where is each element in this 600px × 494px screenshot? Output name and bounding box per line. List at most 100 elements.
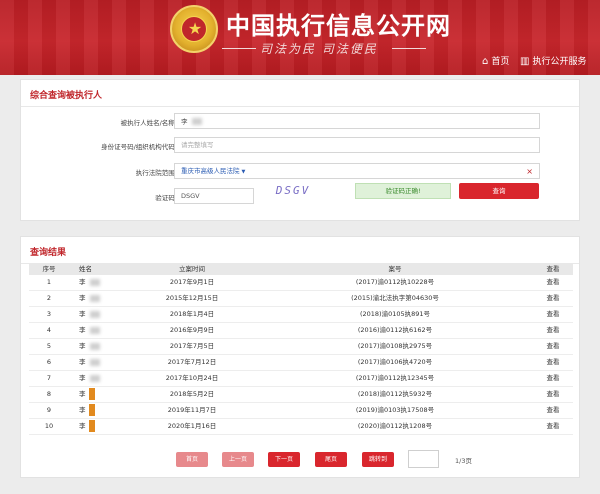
row-name: 李: [69, 338, 127, 355]
panel-divider: [21, 106, 579, 107]
row-name: 李: [69, 306, 127, 323]
page-number-input[interactable]: [408, 450, 439, 468]
row-date: 2020年1月16日: [127, 418, 257, 435]
redaction: [191, 118, 202, 125]
table-row: 10 李 2020年1月16日 (2020)渝0112执1208号 查看: [29, 418, 573, 435]
last-page-button[interactable]: 尾页: [315, 452, 347, 467]
row-no: 3: [29, 306, 69, 323]
table-row: 8 李 2018年5月2日 (2018)渝0112执5932号 查看: [29, 386, 573, 403]
row-date: 2017年10月24日: [127, 370, 257, 387]
row-date: 2017年7月5日: [127, 338, 257, 355]
results-table: 序号 姓名 立案时间 案号 查看 1 李 2017年9月1日 (2017)渝01…: [29, 263, 573, 435]
id-input[interactable]: 请完整填写: [174, 137, 540, 153]
name-input[interactable]: 李: [174, 113, 540, 129]
row-date: 2018年1月4日: [127, 306, 257, 323]
court-emblem-icon: ★: [170, 5, 218, 53]
site-title: 中国执行信息公开网: [226, 11, 451, 40]
row-no: 4: [29, 322, 69, 339]
court-label: 执行法院范围:: [135, 169, 177, 177]
close-icon[interactable]: ×: [526, 167, 533, 176]
row-case: (2016)渝0112执6162号: [257, 322, 533, 339]
table-row: 6 李 2017年7月12日 (2017)渝0106执4720号 查看: [29, 354, 573, 371]
row-case: (2018)渝0112执5932号: [257, 386, 533, 403]
court-select[interactable]: 重庆市高级人民法院 ▼ ×: [174, 163, 540, 179]
row-case: (2017)渝0106执4720号: [257, 354, 533, 371]
building-icon: ▥: [520, 56, 530, 67]
col-header-name: 姓名: [69, 263, 127, 275]
query-button[interactable]: 查询: [459, 183, 539, 199]
row-name: 李: [69, 386, 127, 403]
nav-enforcement-service[interactable]: ▥ 执行公开服务: [520, 54, 586, 67]
row-name: 李: [69, 322, 127, 339]
captcha-input[interactable]: DSGV: [174, 188, 254, 204]
row-date: 2018年5月2日: [127, 386, 257, 403]
view-link[interactable]: 查看: [533, 290, 573, 307]
col-header-case: 案号: [257, 263, 533, 275]
nav-home[interactable]: ⌂ 首页: [482, 54, 509, 67]
view-link[interactable]: 查看: [533, 418, 573, 435]
view-link[interactable]: 查看: [533, 275, 573, 291]
row-name: 李: [69, 354, 127, 371]
row-case: (2018)渝0105执891号: [257, 306, 533, 323]
chevron-down-icon: ▼: [241, 169, 246, 175]
first-page-button[interactable]: 首页: [176, 452, 208, 467]
row-name: 李: [69, 290, 127, 307]
row-name: 李: [69, 418, 127, 435]
row-no: 10: [29, 418, 69, 435]
jump-to-button[interactable]: 跳转到: [362, 452, 394, 467]
table-row: 5 李 2017年7月5日 (2017)渝0108执2975号 查看: [29, 338, 573, 355]
view-link[interactable]: 查看: [533, 354, 573, 371]
view-link[interactable]: 查看: [533, 338, 573, 355]
row-date: 2016年9月9日: [127, 322, 257, 339]
row-date: 2015年12月15日: [127, 290, 257, 307]
table-row: 7 李 2017年10月24日 (2017)渝0112执12345号 查看: [29, 370, 573, 387]
table-row: 4 李 2016年9月9日 (2016)渝0112执6162号 查看: [29, 322, 573, 339]
site-header: ★ 中国执行信息公开网 司法为民 司法便民 ⌂ 首页 ▥ 执行公开服务: [0, 0, 600, 75]
row-date: 2017年7月12日: [127, 354, 257, 371]
row-no: 6: [29, 354, 69, 371]
row-case: (2017)渝0108执2975号: [257, 338, 533, 355]
row-case: (2017)渝0112执12345号: [257, 370, 533, 387]
row-name: 李: [69, 370, 127, 387]
col-header-no: 序号: [29, 263, 69, 275]
page-count: 1/3页: [455, 457, 472, 465]
view-link[interactable]: 查看: [533, 322, 573, 339]
row-name: 李: [69, 275, 127, 291]
table-header-row: 序号 姓名 立案时间 案号 查看: [29, 263, 573, 275]
row-date: 2019年11月7日: [127, 402, 257, 419]
row-no: 1: [29, 275, 69, 291]
captcha-image[interactable]: DSGV: [267, 183, 319, 199]
row-date: 2017年9月1日: [127, 275, 257, 291]
results-panel-title: 查询结果: [30, 248, 67, 258]
col-header-view: 查看: [533, 263, 573, 275]
home-icon: ⌂: [482, 56, 489, 67]
id-label: 身份证号码/组织机构代码:: [101, 143, 177, 151]
table-row: 3 李 2018年1月4日 (2018)渝0105执891号 查看: [29, 306, 573, 323]
site-slogan: 司法为民 司法便民: [260, 42, 378, 56]
table-row: 1 李 2017年9月1日 (2017)渝0112执10228号 查看: [29, 275, 573, 291]
row-no: 9: [29, 402, 69, 419]
row-no: 5: [29, 338, 69, 355]
slogan-divider-left: [222, 48, 256, 49]
view-link[interactable]: 查看: [533, 370, 573, 387]
slogan-divider-right: [392, 48, 426, 49]
name-label: 被执行人姓名/名称:: [120, 119, 177, 127]
view-link[interactable]: 查看: [533, 386, 573, 403]
query-panel: 综合查询被执行人 被执行人姓名/名称: 李 身份证号码/组织机构代码: 请完整填…: [20, 79, 580, 221]
row-name: 李: [69, 402, 127, 419]
view-link[interactable]: 查看: [533, 306, 573, 323]
row-no: 8: [29, 386, 69, 403]
captcha-verified-button[interactable]: 验证码正确!: [355, 183, 451, 199]
table-row: 9 李 2019年11月7日 (2019)渝0103执17508号 查看: [29, 402, 573, 419]
next-page-button[interactable]: 下一页: [268, 452, 300, 467]
query-panel-title: 综合查询被执行人: [30, 91, 103, 101]
row-case: (2020)渝0112执1208号: [257, 418, 533, 435]
view-link[interactable]: 查看: [533, 402, 573, 419]
row-case: (2015)渝北法执字第04630号: [257, 290, 533, 307]
table-row: 2 李 2015年12月15日 (2015)渝北法执字第04630号 查看: [29, 290, 573, 307]
row-no: 7: [29, 370, 69, 387]
col-header-date: 立案时间: [127, 263, 257, 275]
row-no: 2: [29, 290, 69, 307]
row-case: (2017)渝0112执10228号: [257, 275, 533, 291]
prev-page-button[interactable]: 上一页: [222, 452, 254, 467]
